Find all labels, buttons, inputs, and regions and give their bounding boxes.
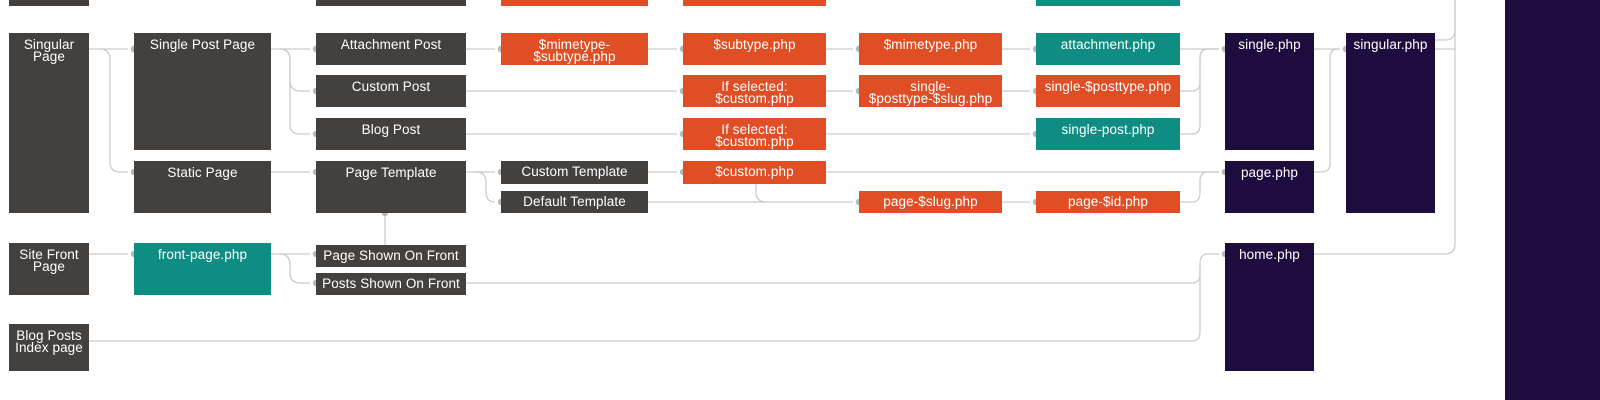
node-static-page: Static Page (134, 161, 271, 213)
node-site-front-page: Site Front Page (9, 243, 89, 295)
node-single-posttype-slug-php: single- $posttype-$slug.php (859, 75, 1002, 107)
node-if-selected-custom-post: If selected: $custom.php (683, 75, 826, 107)
connector-line (279, 48, 310, 92)
node-attachment-php: attachment.php (1036, 33, 1180, 65)
node-single-posttype-php: single-$posttype.php (1036, 75, 1180, 107)
node-single-post-page: Single Post Page (134, 33, 271, 150)
node-posts-shown-on-front: Posts Shown On Front (316, 273, 466, 295)
index-php-column (1505, 0, 1600, 400)
connector-line (1314, 48, 1339, 173)
node-page-php: page.php (1225, 161, 1314, 213)
node-subtype-php: $subtype.php (683, 33, 826, 65)
node-page-id-php: page-$id.php (1036, 191, 1180, 213)
node-default-template: Default Template (501, 191, 648, 213)
partial-node-top (316, 0, 466, 6)
node-page-shown-on-front: Page Shown On Front (316, 245, 466, 267)
node-custom-template: Custom Template (501, 161, 648, 184)
connector-line (475, 171, 496, 203)
node-home-php: home.php (1225, 243, 1314, 371)
node-custom-post: Custom Post (316, 75, 466, 107)
node-single-php: single.php (1225, 33, 1314, 150)
connector-line (1180, 171, 1219, 203)
node-attachment-post: Attachment Post (316, 33, 466, 65)
node-singular-page: Singular Page (9, 33, 89, 213)
template-hierarchy-diagram: Singular Page Site Front Page Blog Posts… (0, 0, 1600, 400)
node-singular-php: singular.php (1346, 33, 1435, 213)
node-page-template: Page Template (316, 161, 466, 213)
node-blog-post: Blog Post (316, 118, 466, 150)
node-blog-posts-index-page: Blog Posts Index page (9, 324, 89, 371)
node-mimetype-subtype-php: $mimetype- $subtype.php (501, 33, 648, 65)
partial-node-top (501, 0, 648, 6)
node-mimetype-php: $mimetype.php (859, 33, 1002, 65)
node-single-post-php: single-post.php (1036, 118, 1180, 150)
node-custom-php: $custom.php (683, 161, 826, 184)
partial-node-top (9, 0, 89, 6)
partial-node-top (683, 0, 826, 6)
connector-line (1435, 0, 1456, 41)
partial-node-top (1036, 0, 1180, 6)
node-if-selected-blog-post: If selected: $custom.php (683, 118, 826, 150)
connector-line (466, 253, 1219, 284)
node-page-slug-php: page-$slug.php (859, 191, 1002, 213)
connector-line (279, 253, 310, 284)
node-front-page-php: front-page.php (134, 243, 271, 295)
connector-line (99, 48, 128, 173)
